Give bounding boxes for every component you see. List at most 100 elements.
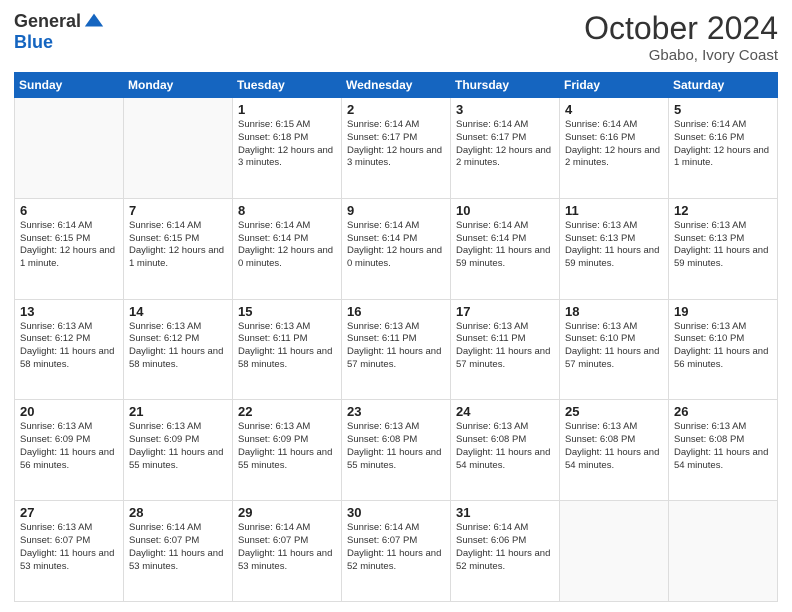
day-info: Sunrise: 6:13 AMSunset: 6:11 PMDaylight:… <box>238 321 336 372</box>
day-info: Sunrise: 6:14 AMSunset: 6:07 PMDaylight:… <box>238 522 336 573</box>
header: General Blue October 2024 Gbabo, Ivory C… <box>14 10 778 64</box>
table-row: 7 Sunrise: 6:14 AMSunset: 6:15 PMDaylight… <box>124 198 233 299</box>
page: General Blue October 2024 Gbabo, Ivory C… <box>0 0 792 612</box>
table-row: 30Sunrise: 6:14 AMSunset: 6:07 PMDayligh… <box>342 501 451 602</box>
day-number: 2 <box>347 102 445 117</box>
table-row: 16Sunrise: 6:13 AMSunset: 6:11 PMDayligh… <box>342 299 451 400</box>
day-number: 23 <box>347 404 445 419</box>
month-title: October 2024 <box>584 10 778 47</box>
day-info: Sunrise: 6:14 AMSunset: 6:07 PMDaylight:… <box>347 522 445 573</box>
header-sunday: Sunday <box>15 73 124 98</box>
day-info: Sunrise: 6:14 AMSunset: 6:17 PMDaylight:… <box>456 119 554 170</box>
day-number: 18 <box>565 304 663 319</box>
day-number: 20 <box>20 404 118 419</box>
day-number: 11 <box>565 203 663 218</box>
header-monday: Monday <box>124 73 233 98</box>
day-number: 10 <box>456 203 554 218</box>
logo-blue-text: Blue <box>14 32 53 53</box>
day-number: 12 <box>674 203 772 218</box>
logo-icon <box>83 10 105 32</box>
weekday-header-row: Sunday Monday Tuesday Wednesday Thursday… <box>15 73 778 98</box>
day-number: 4 <box>565 102 663 117</box>
day-info: Sunrise: 6:13 AMSunset: 6:13 PMDaylight:… <box>565 220 663 271</box>
day-info: Sunrise: 6:14 AMSunset: 6:15 PMDaylight:… <box>129 220 227 271</box>
day-number: 1 <box>238 102 336 117</box>
day-number: 16 <box>347 304 445 319</box>
day-number: 26 <box>674 404 772 419</box>
day-info: Sunrise: 6:14 AMSunset: 6:15 PMDaylight:… <box>20 220 118 271</box>
header-friday: Friday <box>560 73 669 98</box>
table-row: 26 Sunrise: 6:13 AMSunset: 6:08 PMDayligh… <box>669 400 778 501</box>
day-number: 8 <box>238 203 336 218</box>
table-row: 28Sunrise: 6:14 AMSunset: 6:07 PMDayligh… <box>124 501 233 602</box>
day-info: Sunrise: 6:14 AMSunset: 6:16 PMDaylight:… <box>674 119 772 170</box>
week-row-5: 27Sunrise: 6:13 AMSunset: 6:07 PMDayligh… <box>15 501 778 602</box>
calendar-table: Sunday Monday Tuesday Wednesday Thursday… <box>14 72 778 602</box>
table-row: 6 Sunrise: 6:14 AMSunset: 6:15 PMDaylight… <box>15 198 124 299</box>
week-row-4: 20 Sunrise: 6:13 AMSunset: 6:09 PMDayligh… <box>15 400 778 501</box>
location: Gbabo, Ivory Coast <box>584 47 778 64</box>
week-row-1: 1 Sunrise: 6:15 AMSunset: 6:18 PMDaylight… <box>15 98 778 199</box>
day-info: Sunrise: 6:14 AMSunset: 6:17 PMDaylight:… <box>347 119 445 170</box>
title-area: October 2024 Gbabo, Ivory Coast <box>584 10 778 64</box>
table-row: 13 Sunrise: 6:13 AMSunset: 6:12 PMDayligh… <box>15 299 124 400</box>
day-info: Sunrise: 6:13 AMSunset: 6:09 PMDaylight:… <box>20 421 118 472</box>
week-row-2: 6 Sunrise: 6:14 AMSunset: 6:15 PMDaylight… <box>15 198 778 299</box>
day-info: Sunrise: 6:13 AMSunset: 6:12 PMDaylight:… <box>20 321 118 372</box>
day-number: 19 <box>674 304 772 319</box>
table-row: 18 Sunrise: 6:13 AMSunset: 6:10 PMDayligh… <box>560 299 669 400</box>
day-info: Sunrise: 6:13 AMSunset: 6:08 PMDaylight:… <box>565 421 663 472</box>
header-wednesday: Wednesday <box>342 73 451 98</box>
day-info: Sunrise: 6:13 AMSunset: 6:09 PMDaylight:… <box>238 421 336 472</box>
day-info: Sunrise: 6:14 AMSunset: 6:06 PMDaylight:… <box>456 522 554 573</box>
header-saturday: Saturday <box>669 73 778 98</box>
table-row: 24Sunrise: 6:13 AMSunset: 6:08 PMDayligh… <box>451 400 560 501</box>
logo: General Blue <box>14 10 105 53</box>
table-row: 27Sunrise: 6:13 AMSunset: 6:07 PMDayligh… <box>15 501 124 602</box>
day-number: 24 <box>456 404 554 419</box>
day-info: Sunrise: 6:13 AMSunset: 6:08 PMDaylight:… <box>347 421 445 472</box>
table-row: 15Sunrise: 6:13 AMSunset: 6:11 PMDayligh… <box>233 299 342 400</box>
day-info: Sunrise: 6:13 AMSunset: 6:11 PMDaylight:… <box>456 321 554 372</box>
day-info: Sunrise: 6:13 AMSunset: 6:10 PMDaylight:… <box>565 321 663 372</box>
day-info: Sunrise: 6:13 AMSunset: 6:10 PMDaylight:… <box>674 321 772 372</box>
table-row: 17 Sunrise: 6:13 AMSunset: 6:11 PMDayligh… <box>451 299 560 400</box>
day-info: Sunrise: 6:14 AMSunset: 6:14 PMDaylight:… <box>238 220 336 271</box>
table-row: 12 Sunrise: 6:13 AMSunset: 6:13 PMDayligh… <box>669 198 778 299</box>
table-row: 8 Sunrise: 6:14 AMSunset: 6:14 PMDaylight… <box>233 198 342 299</box>
day-info: Sunrise: 6:13 AMSunset: 6:13 PMDaylight:… <box>674 220 772 271</box>
day-number: 27 <box>20 505 118 520</box>
day-info: Sunrise: 6:14 AMSunset: 6:16 PMDaylight:… <box>565 119 663 170</box>
day-info: Sunrise: 6:15 AMSunset: 6:18 PMDaylight:… <box>238 119 336 170</box>
table-row: 23 Sunrise: 6:13 AMSunset: 6:08 PMDayligh… <box>342 400 451 501</box>
table-row: 10 Sunrise: 6:14 AMSunset: 6:14 PMDayligh… <box>451 198 560 299</box>
table-row: 11 Sunrise: 6:13 AMSunset: 6:13 PMDayligh… <box>560 198 669 299</box>
table-row: 29 Sunrise: 6:14 AMSunset: 6:07 PMDayligh… <box>233 501 342 602</box>
table-row <box>560 501 669 602</box>
day-number: 29 <box>238 505 336 520</box>
table-row: 31 Sunrise: 6:14 AMSunset: 6:06 PMDayligh… <box>451 501 560 602</box>
table-row: 21 Sunrise: 6:13 AMSunset: 6:09 PMDayligh… <box>124 400 233 501</box>
day-number: 13 <box>20 304 118 319</box>
header-tuesday: Tuesday <box>233 73 342 98</box>
table-row: 5Sunrise: 6:14 AMSunset: 6:16 PMDaylight… <box>669 98 778 199</box>
day-number: 6 <box>20 203 118 218</box>
day-info: Sunrise: 6:14 AMSunset: 6:14 PMDaylight:… <box>456 220 554 271</box>
header-thursday: Thursday <box>451 73 560 98</box>
day-info: Sunrise: 6:13 AMSunset: 6:09 PMDaylight:… <box>129 421 227 472</box>
day-number: 21 <box>129 404 227 419</box>
table-row: 4 Sunrise: 6:14 AMSunset: 6:16 PMDaylight… <box>560 98 669 199</box>
day-number: 28 <box>129 505 227 520</box>
day-info: Sunrise: 6:14 AMSunset: 6:14 PMDaylight:… <box>347 220 445 271</box>
table-row: 20 Sunrise: 6:13 AMSunset: 6:09 PMDayligh… <box>15 400 124 501</box>
table-row: 9 Sunrise: 6:14 AMSunset: 6:14 PMDaylight… <box>342 198 451 299</box>
day-number: 7 <box>129 203 227 218</box>
day-number: 9 <box>347 203 445 218</box>
table-row: 14Sunrise: 6:13 AMSunset: 6:12 PMDayligh… <box>124 299 233 400</box>
day-number: 17 <box>456 304 554 319</box>
table-row: 2 Sunrise: 6:14 AMSunset: 6:17 PMDaylight… <box>342 98 451 199</box>
day-info: Sunrise: 6:13 AMSunset: 6:08 PMDaylight:… <box>674 421 772 472</box>
table-row: 25Sunrise: 6:13 AMSunset: 6:08 PMDayligh… <box>560 400 669 501</box>
table-row <box>124 98 233 199</box>
day-number: 31 <box>456 505 554 520</box>
